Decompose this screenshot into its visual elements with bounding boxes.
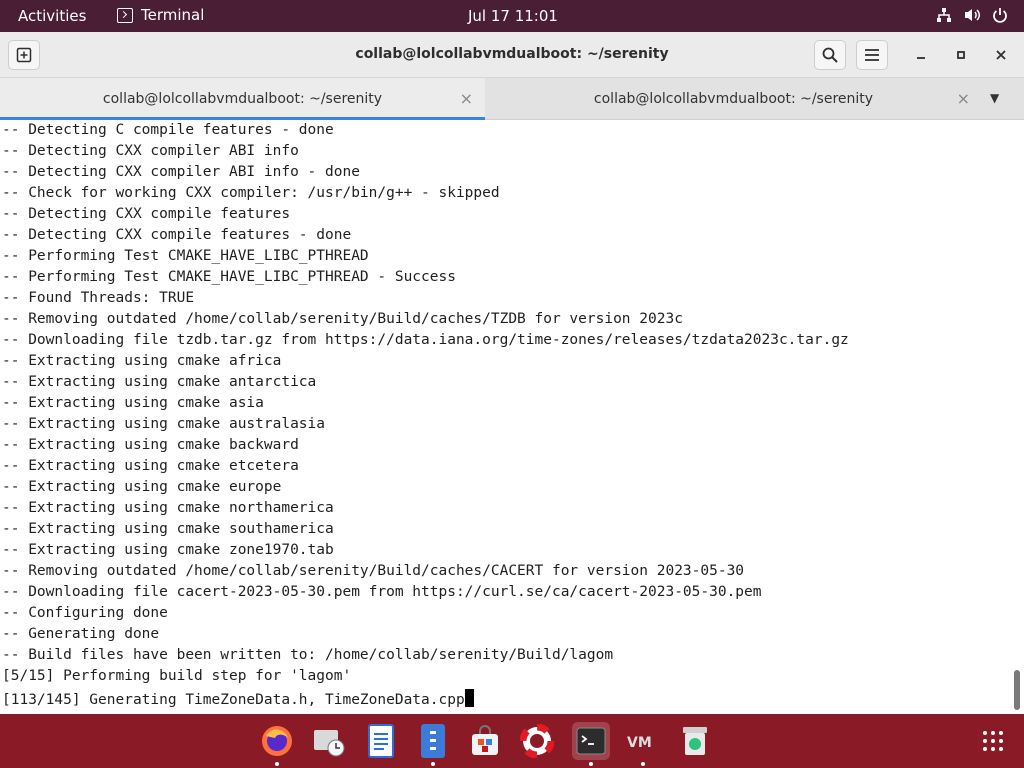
firefox-icon xyxy=(262,726,292,756)
dock: VM xyxy=(0,714,1024,768)
document-icon xyxy=(368,724,394,758)
vm-dock-item[interactable]: VM xyxy=(624,722,662,766)
files-dock-item[interactable] xyxy=(414,722,452,766)
close-button[interactable] xyxy=(985,40,1017,70)
terminal-icon xyxy=(117,7,133,23)
software-dock-item[interactable] xyxy=(466,722,504,760)
terminal-line: -- Detecting CXX compile features xyxy=(2,206,291,222)
lifebuoy-icon xyxy=(520,724,554,758)
terminal-line: -- Extracting using cmake africa xyxy=(2,353,282,369)
clock[interactable]: Jul 17 11:01 xyxy=(468,7,558,25)
volume-icon xyxy=(964,7,980,23)
terminal-line: -- Configuring done xyxy=(2,605,168,621)
app-menu-label: Terminal xyxy=(141,6,205,24)
svg-text:VM: VM xyxy=(627,735,652,751)
system-tray[interactable] xyxy=(936,7,1008,23)
terminal-line: -- Extracting using cmake southamerica xyxy=(2,521,334,537)
window-headerbar: collab@lolcollabvmdualboot: ~/serenity xyxy=(0,32,1024,78)
tab-list-chevron-down-icon[interactable]: ▼ xyxy=(990,91,999,105)
terminal-line: -- Extracting using cmake zone1970.tab xyxy=(2,542,334,558)
terminal-line: -- Extracting using cmake asia xyxy=(2,395,264,411)
terminal-line: -- Detecting CXX compiler ABI info xyxy=(2,143,299,159)
search-icon xyxy=(822,47,838,63)
software-bag-icon xyxy=(472,725,498,755)
hamburger-icon xyxy=(865,49,879,61)
tab-label: collab@lolcollabvmdualboot: ~/serenity xyxy=(593,91,874,107)
close-icon xyxy=(996,50,1006,60)
help-dock-item[interactable] xyxy=(518,722,556,760)
terminal-line: -- Removing outdated /home/collab/sereni… xyxy=(2,311,683,327)
text-cursor xyxy=(464,689,474,707)
terminal-prompt-line: [113/145] Generating TimeZoneData.h, Tim… xyxy=(2,689,474,710)
show-apps-grid-icon[interactable] xyxy=(982,730,1004,752)
files-icon xyxy=(421,724,445,758)
trash-dock-item[interactable] xyxy=(676,722,714,760)
scrollbar-thumb[interactable] xyxy=(1014,670,1020,710)
terminal-app-icon xyxy=(576,727,606,755)
minimize-icon xyxy=(917,57,925,59)
terminal-line: -- Extracting using cmake antarctica xyxy=(2,374,317,390)
activities-button[interactable]: Activities xyxy=(18,7,86,25)
terminal-line: -- Extracting using cmake australasia xyxy=(2,416,326,432)
terminal-line: -- Extracting using cmake europe xyxy=(2,479,282,495)
terminal-line: -- Detecting CXX compiler ABI info - don… xyxy=(2,164,360,180)
tab-label: collab@lolcollabvmdualboot: ~/serenity xyxy=(102,91,383,107)
terminal-line: -- Generating done xyxy=(2,626,160,642)
terminal-line: -- Extracting using cmake backward xyxy=(2,437,299,453)
terminal-line: -- Removing outdated /home/collab/sereni… xyxy=(2,563,745,579)
writer-dock-item[interactable] xyxy=(362,722,400,760)
terminal-line: -- Extracting using cmake etcetera xyxy=(2,458,299,474)
firefox-dock-item[interactable] xyxy=(258,722,296,766)
terminal-scrollbar[interactable] xyxy=(1010,120,1024,714)
terminal-line: -- Build files have been written to: /ho… xyxy=(2,647,614,663)
vm-icon: VM xyxy=(627,735,652,751)
tab-close-icon[interactable]: × xyxy=(460,89,473,108)
mail-dock-item[interactable] xyxy=(310,722,348,760)
tab-1[interactable]: collab@lolcollabvmdualboot: ~/serenity × xyxy=(0,78,485,120)
terminal-line: -- Detecting CXX compile features - done xyxy=(2,227,352,243)
terminal-line: -- Check for working CXX compiler: /usr/… xyxy=(2,185,500,201)
trash-icon xyxy=(683,727,707,755)
terminal-line: [5/15] Performing build step for 'lagom' xyxy=(2,668,352,684)
minimize-button[interactable] xyxy=(905,40,937,70)
mail-clock-icon xyxy=(314,730,345,757)
terminal-line: -- Extracting using cmake northamerica xyxy=(2,500,334,516)
network-icon xyxy=(936,7,952,23)
power-icon xyxy=(992,7,1008,23)
terminal-line-text: [113/145] Generating TimeZoneData.h, Tim… xyxy=(2,692,465,708)
terminal-line: -- Detecting C compile features - done xyxy=(2,122,334,138)
terminal-line: -- Performing Test CMAKE_HAVE_LIBC_PTHRE… xyxy=(2,248,369,264)
tab-bar: collab@lolcollabvmdualboot: ~/serenity ×… xyxy=(0,78,1024,120)
terminal-line: -- Performing Test CMAKE_HAVE_LIBC_PTHRE… xyxy=(2,269,456,285)
tab-2[interactable]: collab@lolcollabvmdualboot: ~/serenity × xyxy=(485,78,982,120)
terminal-line: -- Found Threads: TRUE xyxy=(2,290,195,306)
terminal-output[interactable]: -- Detecting C compile features - done -… xyxy=(0,120,1010,714)
search-button[interactable] xyxy=(814,40,846,70)
app-menu[interactable]: Terminal xyxy=(117,6,204,24)
terminal-line: -- Downloading file tzdb.tar.gz from htt… xyxy=(2,332,849,348)
maximize-icon xyxy=(957,51,965,59)
maximize-button[interactable] xyxy=(945,40,977,70)
tab-close-icon[interactable]: × xyxy=(957,89,970,108)
terminal-dock-item[interactable] xyxy=(572,722,610,766)
hamburger-menu-button[interactable] xyxy=(856,40,888,70)
top-bar: Activities Terminal Jul 17 11:01 xyxy=(0,0,1024,32)
terminal-line: -- Downloading file cacert-2023-05-30.pe… xyxy=(2,584,762,600)
